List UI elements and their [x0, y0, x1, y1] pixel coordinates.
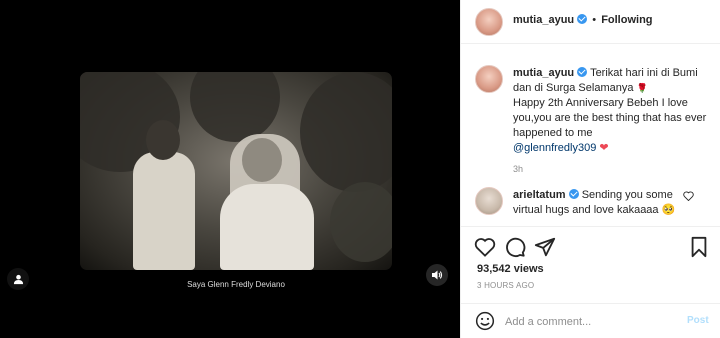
share-icon[interactable]: [533, 235, 557, 259]
post-button[interactable]: Post: [687, 315, 709, 326]
comment-icon[interactable]: [503, 235, 527, 259]
caption-username[interactable]: mutia_ayuu: [513, 67, 574, 79]
heart-small-icon: ♥: [513, 221, 518, 223]
comment-input[interactable]: [505, 313, 675, 331]
verified-badge-icon: [568, 189, 579, 199]
post-header: mutia_ayuu • Following: [461, 0, 720, 44]
save-bookmark-icon[interactable]: [687, 235, 711, 259]
post-media[interactable]: Saya Glenn Fredly Deviano: [0, 0, 460, 338]
video-frame-image: [80, 72, 392, 270]
separator-dot: •: [592, 14, 597, 26]
avatar[interactable]: [475, 65, 503, 93]
comment-username[interactable]: arieltatum: [513, 189, 566, 201]
like-comment-icon[interactable]: [683, 191, 694, 204]
heart-icon[interactable]: [473, 235, 497, 259]
follow-status-button[interactable]: Following: [601, 14, 652, 26]
post-side-panel: mutia_ayuu • Following mutia_ayuu Terika…: [460, 0, 720, 338]
heart-emoji-icon: ❤: [599, 142, 609, 154]
comments-list[interactable]: mutia_ayuu Terikat hari ini di Bumi dan …: [461, 45, 720, 223]
caption-time: 3h: [513, 164, 524, 174]
header-username[interactable]: mutia_ayuu: [513, 14, 574, 26]
mute-toggle-icon[interactable]: [426, 264, 448, 286]
view-count[interactable]: 93,542 views: [477, 263, 544, 275]
avatar[interactable]: [475, 187, 503, 215]
emoji-icon[interactable]: [475, 311, 495, 334]
avatar[interactable]: [475, 8, 503, 36]
video-subtitle: Saya Glenn Fredly Deviano: [187, 280, 285, 289]
pleading-face-icon: 🥺: [661, 204, 676, 216]
verified-badge-icon: [577, 67, 588, 77]
bride-figure: [220, 184, 314, 270]
video-player[interactable]: Saya Glenn Fredly Deviano: [80, 72, 392, 300]
groom-figure: [133, 152, 195, 270]
verified-badge-icon: [577, 14, 588, 24]
caption-text-2: Happy 2th Anniversary Bebeh I love you,y…: [513, 97, 707, 139]
mention-link[interactable]: @glennfredly309: [513, 142, 596, 154]
add-comment-bar: Post: [461, 303, 720, 338]
rose-icon: 🌹: [636, 83, 648, 93]
post-actions: [461, 226, 720, 266]
tagged-user-icon[interactable]: [7, 268, 29, 290]
post-timestamp[interactable]: 3 HOURS AGO: [477, 281, 534, 290]
